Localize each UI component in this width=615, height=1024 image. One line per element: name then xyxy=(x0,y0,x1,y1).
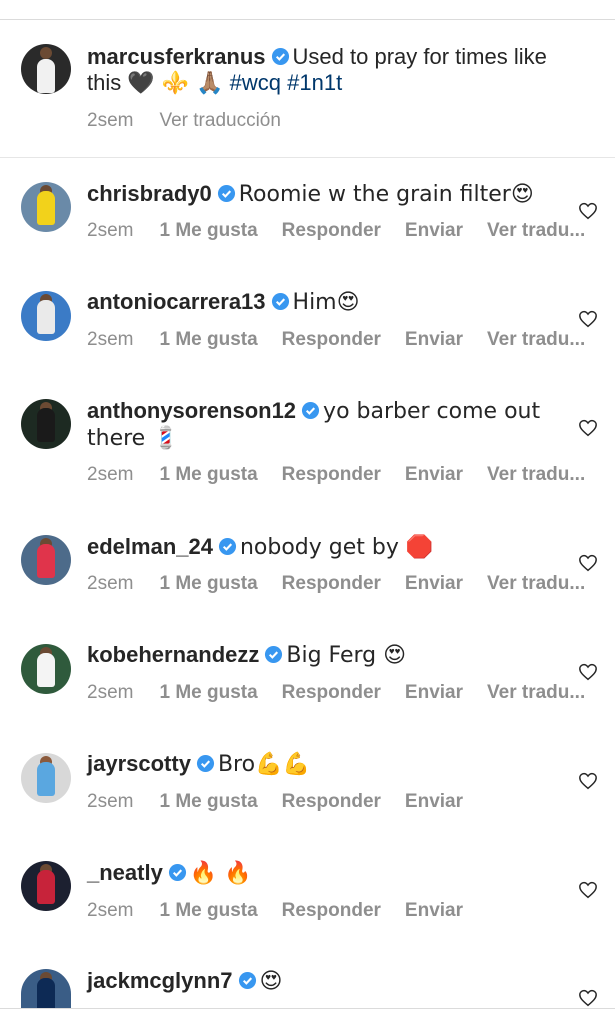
likes-count[interactable]: 1 Me gusta xyxy=(159,329,257,351)
username[interactable]: kobehernandezz xyxy=(87,642,259,667)
likes-count[interactable]: 1 Me gusta xyxy=(159,220,257,242)
comment-meta: 2sem 1 Me gusta Responder Enviar Ver tradu..… xyxy=(87,464,586,486)
avatar[interactable] xyxy=(21,44,71,94)
username[interactable]: edelman_24 xyxy=(87,534,213,559)
comment-text: Him😍 xyxy=(292,290,360,315)
comment-text: 🔥 🔥 xyxy=(189,861,252,886)
heart-icon[interactable] xyxy=(578,419,598,437)
comment-text: Roomie w the grain filter😍 xyxy=(238,182,534,207)
likes-count[interactable]: 1 Me gusta xyxy=(159,682,257,704)
comment-meta: 2sem 1 Me gusta Responder Enviar Ver tradu..… xyxy=(87,573,586,595)
send-button[interactable]: Enviar xyxy=(405,464,463,486)
verified-icon xyxy=(218,537,237,556)
avatar[interactable] xyxy=(21,644,71,694)
caption-text: marcusferkranus Used to pray for times li… xyxy=(87,44,547,96)
translate-button[interactable]: Ver tradu... xyxy=(487,464,585,486)
likes-count[interactable]: 1 Me gusta xyxy=(159,464,257,486)
send-button[interactable]: Enviar xyxy=(405,573,463,595)
avatar[interactable] xyxy=(21,753,71,803)
heart-icon[interactable] xyxy=(578,881,598,899)
avatar[interactable] xyxy=(21,969,71,1008)
top-divider xyxy=(0,19,615,20)
comment-meta: 2sem 1 Me gusta Responder Enviar xyxy=(87,900,464,922)
verified-icon xyxy=(301,401,320,420)
reply-button[interactable]: Responder xyxy=(282,220,381,242)
reply-button[interactable]: Responder xyxy=(282,464,381,486)
comment-text: Big Ferg 😍 xyxy=(286,643,407,668)
translate-button[interactable]: Ver traducción xyxy=(159,110,280,132)
username[interactable]: jayrscotty xyxy=(87,751,191,776)
translate-button[interactable]: Ver tradu... xyxy=(487,220,585,242)
reply-button[interactable]: Responder xyxy=(282,791,381,813)
avatar[interactable] xyxy=(21,861,71,911)
send-button[interactable]: Enviar xyxy=(405,900,463,922)
verified-icon xyxy=(265,645,283,664)
comment-text: 😍 xyxy=(259,969,283,994)
username[interactable]: chrisbrady0 xyxy=(87,181,212,206)
likes-count[interactable]: 1 Me gusta xyxy=(159,791,257,813)
hashtag-link[interactable]: #1n1t xyxy=(287,70,342,95)
username[interactable]: jackmcglynn7 xyxy=(87,968,233,993)
comment-meta: 2sem 1 Me gusta Responder Enviar Ver tradu..… xyxy=(87,329,586,351)
heart-icon[interactable] xyxy=(578,554,598,572)
verified-icon xyxy=(168,863,186,882)
username[interactable]: marcusferkranus xyxy=(87,44,266,69)
heart-icon[interactable] xyxy=(578,772,598,790)
comment-text: Bro💪💪 xyxy=(217,752,310,777)
verified-icon xyxy=(238,971,256,990)
likes-count[interactable]: 1 Me gusta xyxy=(159,900,257,922)
verified-icon xyxy=(271,47,289,66)
caption-meta: 2sem Ver traducción xyxy=(87,110,281,132)
caption-divider xyxy=(0,157,615,158)
translate-button[interactable]: Ver tradu... xyxy=(487,329,585,351)
hashtag-link[interactable]: #wcq xyxy=(230,70,281,95)
reply-button[interactable]: Responder xyxy=(282,573,381,595)
send-button[interactable]: Enviar xyxy=(405,329,463,351)
translate-button[interactable]: Ver tradu... xyxy=(487,682,585,704)
avatar[interactable] xyxy=(21,535,71,585)
heart-icon[interactable] xyxy=(578,663,598,681)
verified-icon xyxy=(217,184,235,203)
heart-icon[interactable] xyxy=(578,310,598,328)
reply-button[interactable]: Responder xyxy=(282,682,381,704)
username[interactable]: anthonysorenson12 xyxy=(87,398,296,423)
avatar[interactable] xyxy=(21,291,71,341)
translate-button[interactable]: Ver tradu... xyxy=(487,573,585,595)
heart-icon[interactable] xyxy=(578,989,598,1007)
comment-text: nobody get by 🛑 xyxy=(239,535,434,560)
bottom-divider xyxy=(0,1008,615,1009)
reply-button[interactable]: Responder xyxy=(282,900,381,922)
reply-button[interactable]: Responder xyxy=(282,329,381,351)
username[interactable]: antoniocarrera13 xyxy=(87,289,266,314)
heart-icon[interactable] xyxy=(578,202,598,220)
comment-meta: 2sem 1 Me gusta Responder Enviar Ver tradu..… xyxy=(87,220,586,242)
comment-meta: 2sem 1 Me gusta Responder Enviar xyxy=(87,791,464,813)
username[interactable]: _neatly xyxy=(87,860,163,885)
avatar[interactable] xyxy=(21,182,71,232)
send-button[interactable]: Enviar xyxy=(405,791,463,813)
avatar[interactable] xyxy=(21,399,71,449)
comment-meta: 2sem 1 Me gusta Responder Enviar Ver tradu..… xyxy=(87,682,586,704)
send-button[interactable]: Enviar xyxy=(405,682,463,704)
send-button[interactable]: Enviar xyxy=(405,220,463,242)
likes-count[interactable]: 1 Me gusta xyxy=(159,573,257,595)
verified-icon xyxy=(196,754,215,773)
verified-icon xyxy=(271,292,289,311)
